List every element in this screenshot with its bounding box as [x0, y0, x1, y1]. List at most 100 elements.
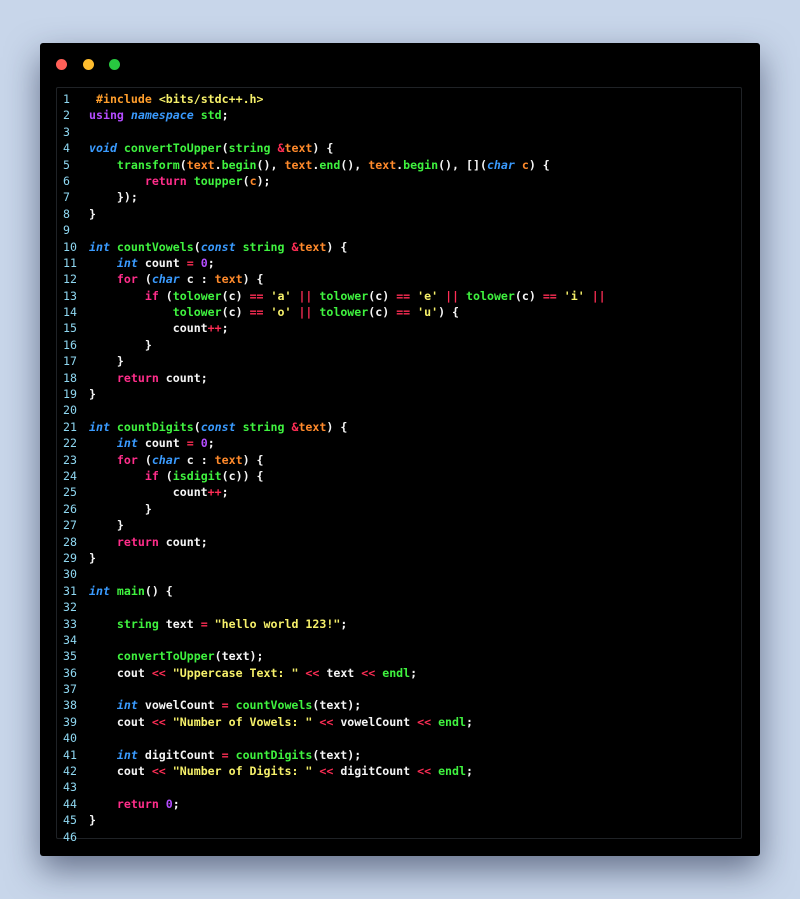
code-token-default: vowelCount [144, 698, 222, 713]
code-token-default [89, 289, 145, 303]
line-number: 37 [63, 682, 77, 697]
code-line: 18 return count; [57, 370, 606, 386]
code-line: 23 for (char c : text) { [57, 452, 606, 468]
code-token-default: text [165, 616, 201, 631]
code-token-default: (c) [221, 288, 250, 303]
line-number: 41 [63, 747, 77, 762]
line-number: 45 [63, 813, 77, 828]
code-token-type: int [116, 747, 145, 762]
code-token-type: const [200, 419, 243, 434]
code-token-function: countDigits [116, 419, 194, 434]
code-token-default [89, 469, 145, 483]
code-token-operator: == [249, 305, 271, 320]
code-token-default: ( [144, 272, 152, 287]
code-line: 36 cout << "Uppercase Text: " << text <<… [57, 665, 606, 681]
code-token-default [89, 453, 117, 467]
code-line: 21 int countDigits(const string &text) { [57, 419, 606, 435]
code-token-control: if [144, 468, 166, 483]
code-token-control: return [116, 796, 166, 811]
code-token-operator: || [298, 305, 320, 320]
maximize-button[interactable] [109, 59, 121, 70]
line-number: 26 [63, 501, 77, 516]
code-token-function: string [228, 141, 278, 156]
code-token-control: return [144, 173, 194, 188]
code-token-default [89, 649, 117, 663]
code-line: 39 cout << "Number of Vowels: " << vowel… [57, 714, 606, 730]
code-token-default: . [214, 157, 222, 172]
line-number: 1 [63, 92, 70, 106]
code-token-type: char [151, 272, 187, 287]
code-token-default: (), []( [438, 157, 487, 172]
code-token-function: tolower [172, 288, 222, 303]
line-number: 39 [63, 714, 77, 729]
code-line: 2 using namespace std; [57, 107, 606, 123]
code-token-function: string [242, 419, 292, 434]
code-line: 42 cout << "Number of Digits: " << digit… [57, 763, 606, 779]
code-token-type: int [89, 239, 117, 254]
close-button[interactable] [56, 59, 67, 70]
line-number: 28 [63, 534, 77, 549]
line-number: 19 [63, 387, 77, 402]
code-token-identifier: text [214, 272, 243, 287]
code-token-default: ) { [242, 452, 264, 467]
code-line: 37 [57, 681, 606, 697]
code-token-default: text [326, 665, 362, 680]
code-line: 13 if (tolower(c) == 'a' || tolower(c) =… [57, 288, 606, 304]
code-line: 32 [57, 599, 606, 615]
code-token-operator: << [319, 714, 341, 729]
code-token-default: () { [144, 583, 173, 598]
code-line: 24 if (isdigit(c)) { [57, 468, 606, 484]
code-token-control: return [116, 370, 166, 385]
code-token-default: cout [89, 764, 152, 779]
code-token-operator: << [151, 714, 173, 729]
code-token-default: ; [207, 255, 215, 270]
code-token-function: tolower [319, 305, 369, 320]
code-token-function: main [116, 583, 145, 598]
code-line: 43 [57, 779, 606, 795]
code-token-identifier: text [284, 141, 313, 156]
code-token-default: ; [410, 665, 418, 680]
code-line: 34 [57, 632, 606, 648]
code-token-function: std [200, 108, 222, 123]
code-editor[interactable]: 1 #include <bits/stdc++.h> 2 using namespa… [56, 87, 742, 844]
code-token-default: } [89, 337, 152, 352]
code-line: 15 count++; [57, 320, 606, 336]
code-line: 17 } [57, 353, 606, 369]
code-line: 8} [57, 206, 606, 222]
code-token-default: count [144, 255, 187, 270]
code-token-operator: << [361, 665, 383, 680]
code-token-operator: = [221, 747, 236, 762]
code-token-default: } [89, 206, 96, 221]
code-token-default [89, 272, 117, 286]
code-token-type: int [116, 436, 145, 451]
code-line: 9 [57, 222, 606, 238]
code-line: 28 return count; [57, 534, 606, 550]
code-token-default [89, 617, 117, 631]
code-token-function: isdigit [172, 468, 222, 483]
line-number: 20 [63, 403, 77, 418]
code-token-type: char [151, 452, 187, 467]
code-token-default [89, 305, 173, 319]
code-token-default: ; [221, 108, 229, 123]
code-line: 14 tolower(c) == 'o' || tolower(c) == 'u… [57, 304, 606, 320]
code-line: 1 #include <bits/stdc++.h> [57, 91, 606, 107]
code-token-default: ; [221, 321, 229, 336]
line-number: 6 [63, 173, 70, 188]
code-token-function: tolower [172, 305, 222, 320]
code-token-operator: << [319, 764, 341, 779]
code-token-identifier: c [249, 173, 257, 188]
line-number: 7 [63, 190, 70, 205]
code-token-default: count; [165, 534, 208, 549]
minimize-button[interactable] [82, 59, 94, 70]
code-line: 5 transform(text.begin(), text.end(), te… [57, 157, 606, 173]
code-token-operator: << [151, 665, 173, 680]
line-number: 29 [63, 550, 77, 565]
code-token-operator: == [249, 288, 271, 303]
code-token-number: 0 [165, 796, 173, 811]
code-token-default: (text); [312, 698, 362, 713]
line-number: 32 [63, 600, 77, 615]
code-token-default: } [89, 354, 124, 369]
code-token-default: ( [165, 288, 173, 303]
code-token-number: 0 [200, 255, 208, 270]
code-token-type: void [89, 141, 124, 156]
